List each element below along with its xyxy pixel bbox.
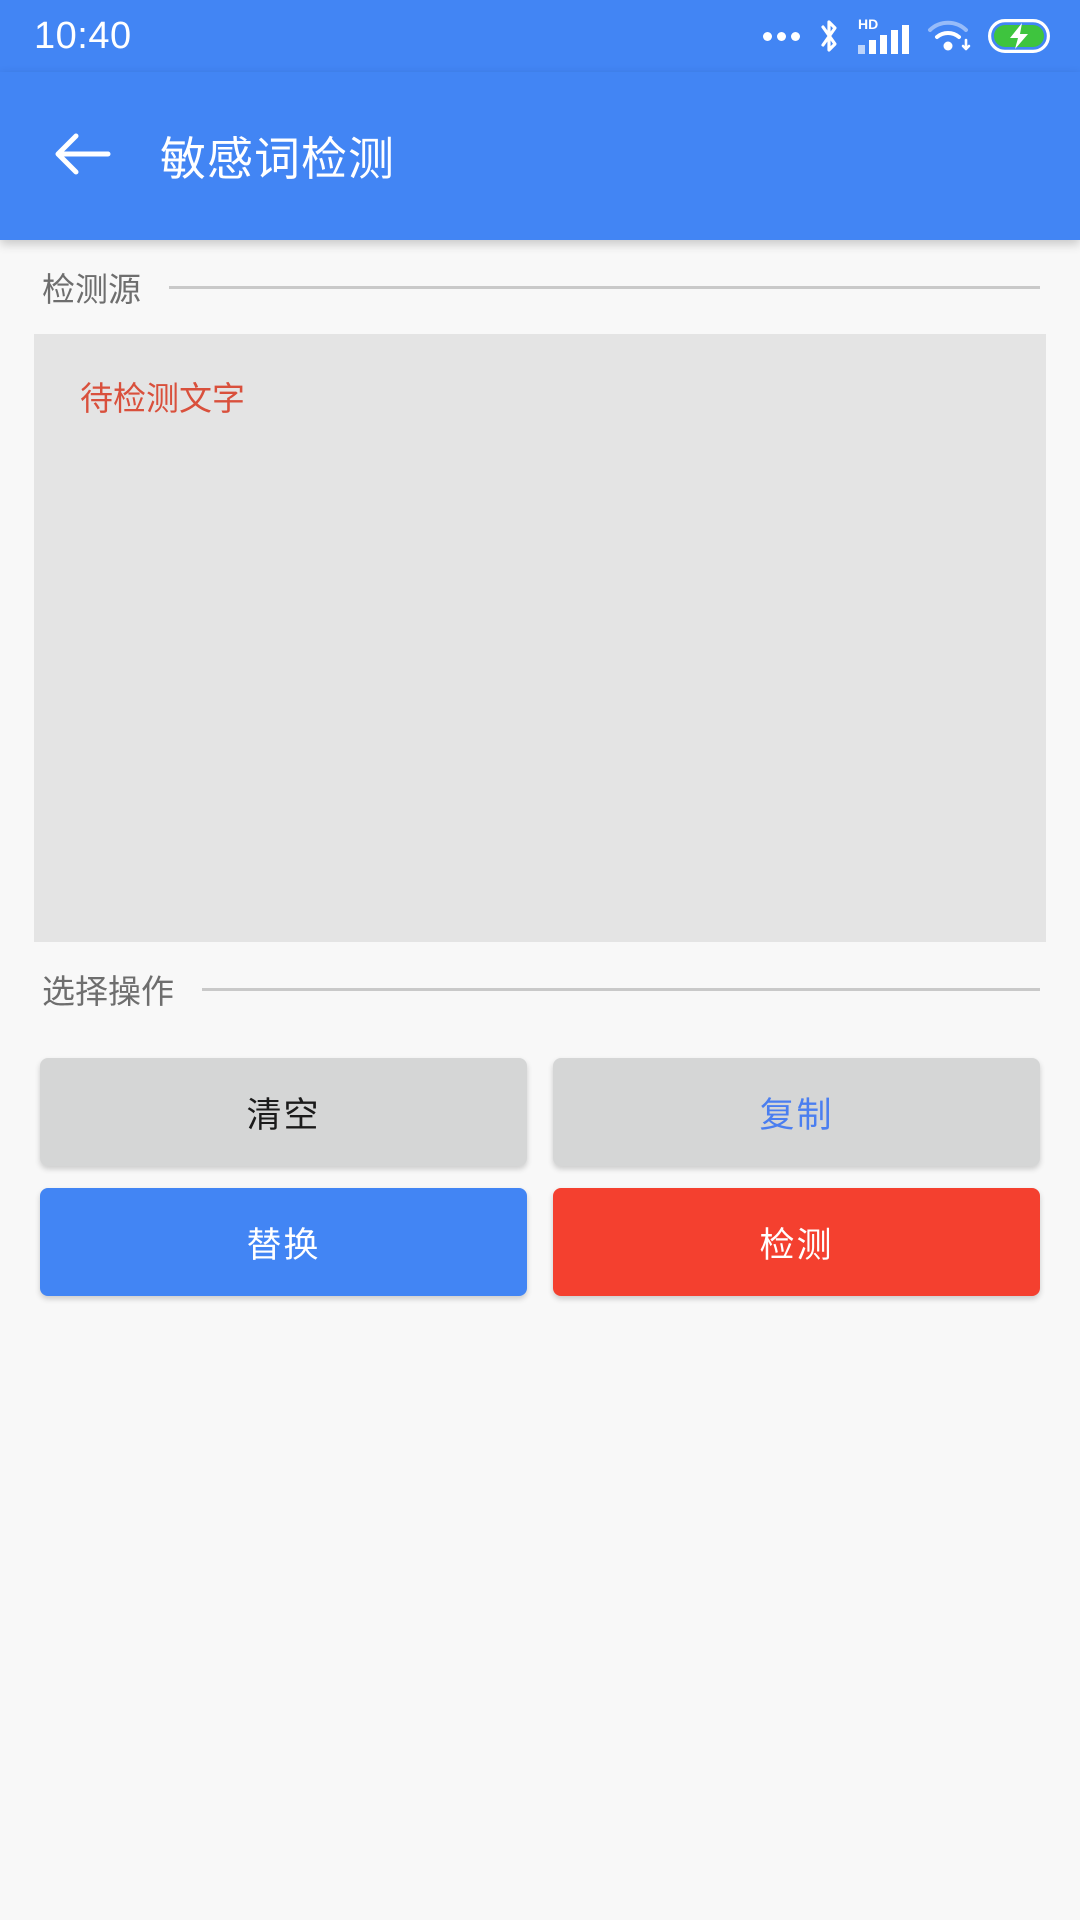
back-button[interactable] (42, 116, 122, 196)
clear-button[interactable]: 清空 (40, 1058, 527, 1166)
page-title: 敏感词检测 (160, 133, 395, 185)
source-textarea-placeholder: 待检测文字 (80, 380, 245, 417)
status-icon-tray: HD (763, 16, 1050, 56)
replace-button[interactable]: 替换 (40, 1188, 527, 1296)
detect-button[interactable]: 检测 (553, 1188, 1040, 1296)
source-section-header: 检测源 (34, 240, 1046, 334)
more-dots-icon (763, 31, 800, 41)
status-clock: 10:40 (34, 15, 132, 57)
operations-section-label: 选择操作 (42, 973, 174, 1010)
source-textarea[interactable]: 待检测文字 (34, 334, 1046, 942)
copy-button[interactable]: 复制 (553, 1058, 1040, 1166)
operations-button-grid: 清空 复制 替换 检测 (34, 1058, 1046, 1296)
status-bar: 10:40 HD (0, 0, 1080, 72)
hd-signal-icon: HD (856, 16, 912, 56)
source-section-divider (169, 285, 1040, 289)
source-section-label: 检测源 (42, 271, 141, 308)
operations-section-divider (202, 987, 1040, 991)
back-arrow-icon (50, 126, 114, 187)
battery-charging-icon (988, 19, 1050, 53)
app-screen: 10:40 HD 敏感词检测 检测源 待检测文字 选择操作 清空 复制 替换 检… (0, 0, 1080, 1920)
svg-text:HD: HD (858, 16, 878, 32)
operations-section-header: 选择操作 (34, 942, 1046, 1036)
main-content: 检测源 待检测文字 选择操作 清空 复制 替换 检测 (0, 240, 1080, 1920)
app-bar: 敏感词检测 (0, 72, 1080, 240)
bluetooth-icon (816, 17, 842, 55)
wifi-icon (926, 16, 974, 56)
